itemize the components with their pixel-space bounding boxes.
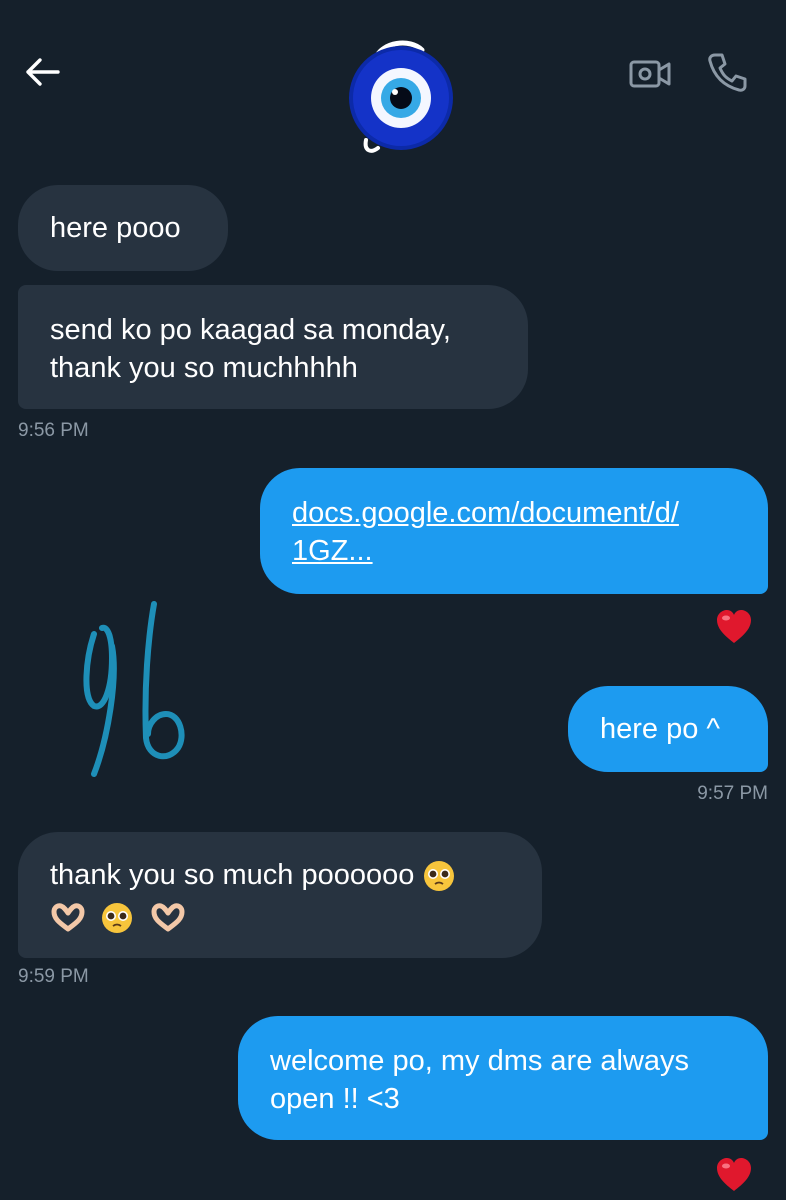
incoming-message-bubble[interactable]: send ko po kaagad sa monday, thank you s… bbox=[18, 285, 528, 409]
incoming-message-bubble[interactable]: thank you so much poooooo bbox=[18, 832, 542, 958]
message-text: thank you so muchhhhh bbox=[50, 352, 358, 384]
incoming-message-bubble[interactable]: here pooo bbox=[18, 185, 228, 271]
outgoing-message-bubble[interactable]: welcome po, my dms are always open !! <3 bbox=[238, 1016, 768, 1140]
pleading-face-icon bbox=[424, 861, 455, 892]
outgoing-message-bubble[interactable]: here po ^ bbox=[568, 686, 768, 772]
heart-reaction-icon[interactable] bbox=[715, 609, 753, 645]
message-text: open !! <3 bbox=[270, 1083, 400, 1115]
heart-hands-icon bbox=[151, 903, 185, 932]
message-timestamp: 9:59 PM bbox=[18, 966, 89, 987]
message-text: welcome po, my dms are always bbox=[270, 1045, 690, 1077]
handwritten-signature bbox=[83, 601, 185, 777]
outgoing-message-bubble[interactable]: docs.google.com/document/d/ 1GZ... bbox=[260, 468, 768, 594]
message-text: here po ^ bbox=[600, 713, 721, 745]
message-text: here pooo bbox=[50, 212, 181, 244]
phone-icon[interactable] bbox=[706, 50, 750, 94]
evil-eye-avatar[interactable] bbox=[348, 40, 458, 158]
message-timestamp: 9:56 PM bbox=[18, 420, 89, 441]
message-link[interactable]: 1GZ... bbox=[292, 532, 736, 570]
arrow-left-icon[interactable] bbox=[22, 52, 62, 92]
heart-hands-icon bbox=[51, 903, 85, 932]
heart-reaction-icon[interactable] bbox=[715, 1157, 753, 1193]
video-camera-icon[interactable] bbox=[628, 52, 672, 96]
pleading-face-icon bbox=[102, 903, 133, 934]
message-link[interactable]: docs.google.com/document/d/ bbox=[292, 494, 736, 532]
message-text: thank you so much poooooo bbox=[50, 859, 415, 891]
message-timestamp: 9:57 PM bbox=[697, 783, 768, 804]
message-text: send ko po kaagad sa monday, bbox=[50, 314, 451, 346]
